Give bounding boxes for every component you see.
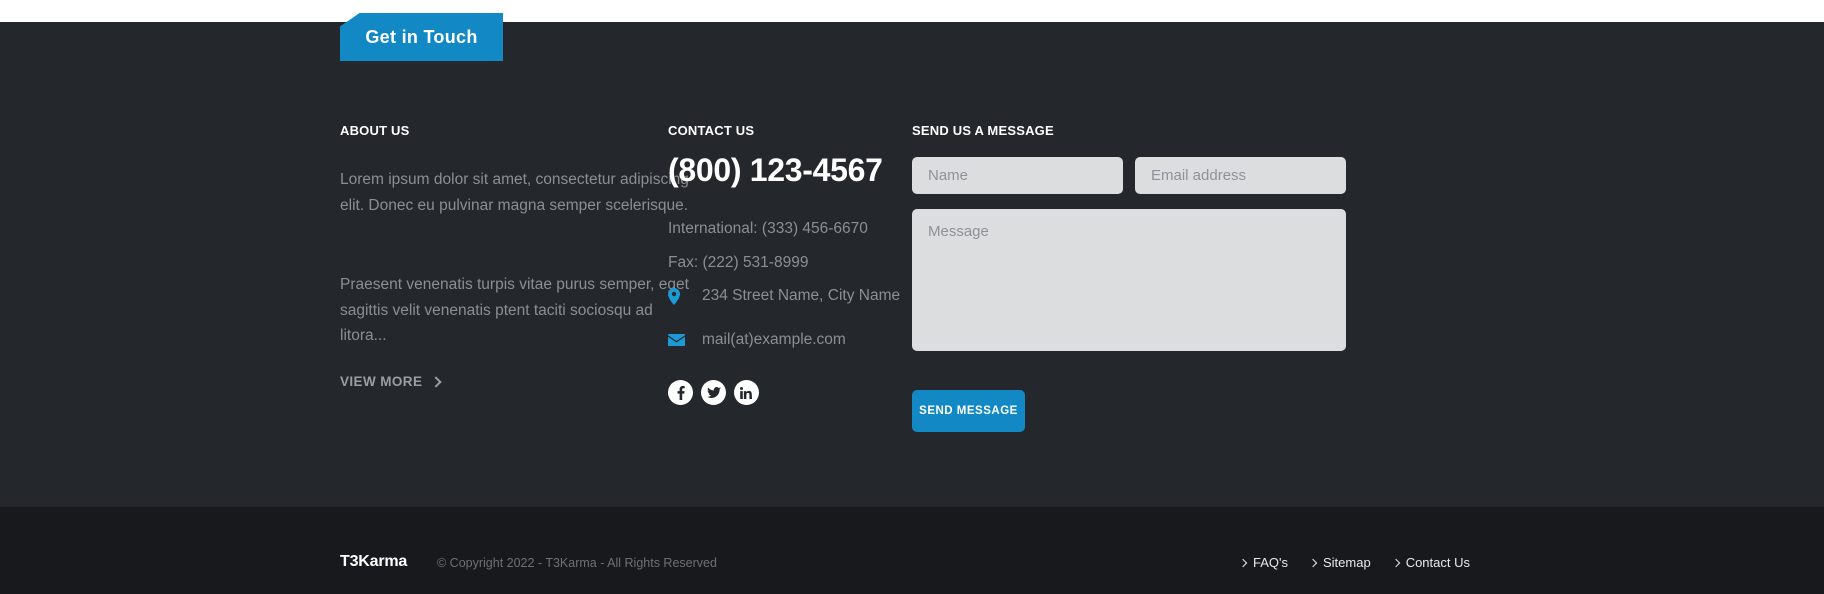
get-in-touch-label: Get in Touch (365, 26, 478, 47)
footer-link-label: Contact Us (1405, 555, 1470, 570)
envelope-icon (668, 334, 686, 346)
chevron-right-icon (1391, 558, 1400, 567)
footer-link-faqs[interactable]: FAQ's (1238, 555, 1288, 570)
chevron-right-icon (1308, 558, 1318, 567)
email-input[interactable] (1135, 157, 1346, 194)
facebook-icon[interactable] (668, 380, 693, 405)
email-text: mail(at)example.com (702, 331, 846, 348)
primary-phone-number[interactable]: (800) 123-4567 (668, 152, 883, 189)
map-pin-icon (668, 287, 686, 305)
footer-bottom-bar: T3Karma © Copyright 2022 - T3Karma - All… (0, 507, 1824, 594)
contact-us-heading: CONTACT US (668, 123, 755, 138)
twitter-icon[interactable] (701, 380, 726, 405)
about-paragraph-1: Lorem ipsum dolor sit amet, consectetur … (340, 171, 689, 214)
international-phone: International: (333) 456-6670 (668, 220, 868, 237)
footer-link-contact-us[interactable]: Contact Us (1391, 555, 1470, 570)
footer-links: FAQ's Sitemap Contact Us (1238, 555, 1470, 570)
address-row: 234 Street Name, City Name (668, 287, 900, 305)
message-textarea[interactable] (912, 209, 1346, 351)
chevron-right-icon (1238, 558, 1248, 567)
footer-link-label: FAQ's (1252, 555, 1288, 570)
view-more-label: VIEW MORE (340, 374, 423, 389)
top-white-strip (0, 0, 1824, 14)
footer-link-sitemap[interactable]: Sitemap (1308, 555, 1371, 570)
footer-link-label: Sitemap (1322, 555, 1371, 570)
name-input[interactable] (912, 157, 1123, 194)
footer-bottom-inner: T3Karma © Copyright 2022 - T3Karma - All… (340, 507, 1470, 594)
about-us-heading: ABOUT US (340, 123, 410, 138)
about-paragraph-2: Praesent venenatis turpis vitae purus se… (340, 276, 689, 344)
footer-main-section: ABOUT US Lorem ipsum dolor sit amet, con… (0, 22, 1824, 507)
get-in-touch-tab[interactable]: Get in Touch (340, 13, 503, 61)
footer-page: Get in Touch ABOUT US Lorem ipsum dolor … (0, 0, 1824, 594)
brand-logo: T3Karma (340, 553, 408, 570)
linkedin-icon[interactable] (734, 380, 759, 405)
send-message-button[interactable]: SEND MESSAGE (912, 390, 1025, 432)
address-text: 234 Street Name, City Name (702, 287, 901, 304)
footer-columns: ABOUT US Lorem ipsum dolor sit amet, con… (340, 22, 1470, 507)
fax-number: Fax: (222) 531-8999 (668, 254, 809, 271)
send-message-heading: SEND US A MESSAGE (912, 123, 1054, 138)
social-links (668, 380, 759, 405)
email-row[interactable]: mail(at)example.com (668, 331, 846, 349)
copyright-text: © Copyright 2022 - T3Karma - All Rights … (437, 556, 717, 570)
chevron-right-icon (430, 375, 443, 388)
view-more-link[interactable]: VIEW MORE (340, 374, 443, 389)
